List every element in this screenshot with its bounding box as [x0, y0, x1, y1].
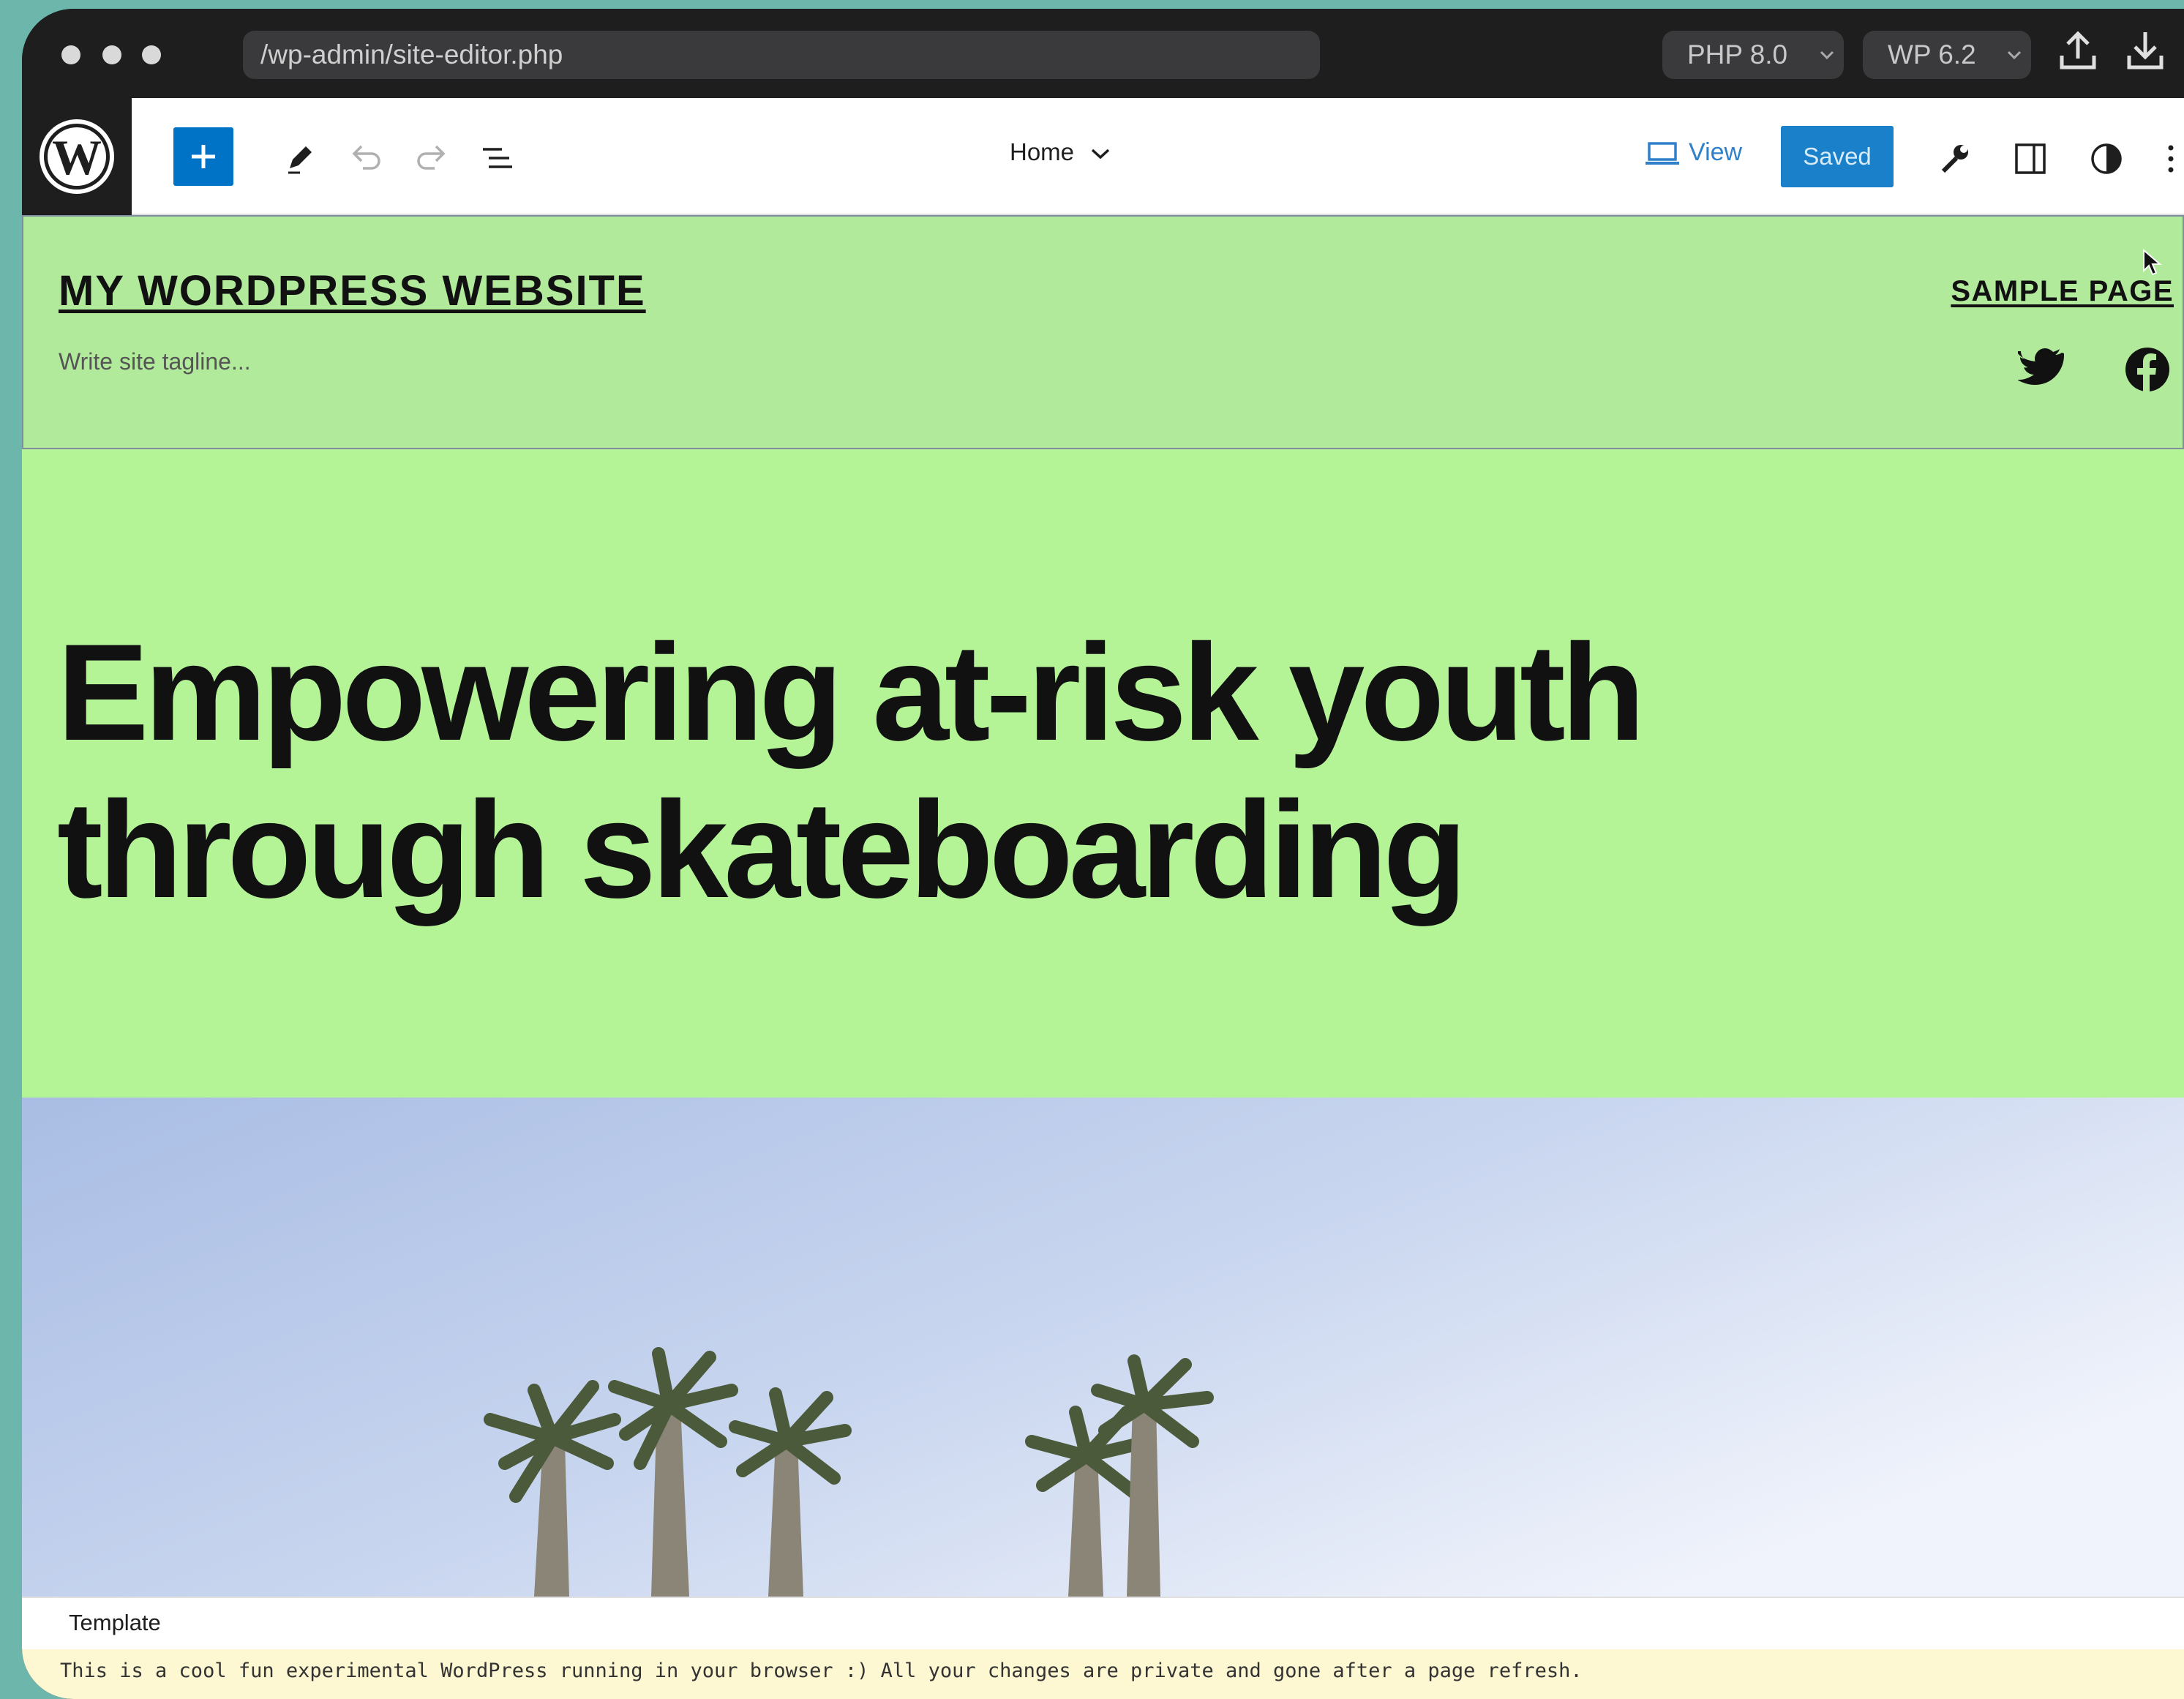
plus-icon: [192, 145, 215, 168]
more-options-icon[interactable]: [2166, 142, 2176, 176]
view-button-label: View: [1689, 138, 1743, 166]
undo-icon[interactable]: [348, 142, 383, 173]
cover-image-palm-trees[interactable]: [22, 1098, 2184, 1597]
pencil-icon[interactable]: [282, 140, 318, 176]
template-selector-label: Home: [1010, 138, 1075, 165]
chevron-down-icon: [1820, 50, 1834, 60]
site-header-block[interactable]: MY WORDPRESS WEBSITE Write site tagline.…: [22, 215, 2184, 449]
mouse-cursor-icon: [2143, 249, 2162, 276]
wrench-icon[interactable]: [1939, 142, 1971, 174]
editor-toolbar: W Home View Saved: [22, 98, 2184, 215]
wordpress-logo-icon: W: [40, 119, 114, 194]
upload-icon[interactable]: [2057, 29, 2098, 73]
nav-item-sample-page[interactable]: SAMPLE PAGE: [1951, 275, 2174, 308]
address-bar[interactable]: /wp-admin/site-editor.php: [243, 31, 1320, 79]
chevron-down-icon: [1092, 149, 1110, 160]
add-block-button[interactable]: [173, 127, 233, 186]
browser-chrome: /wp-admin/site-editor.php PHP 8.0 WP 6.2: [22, 9, 2184, 98]
palm-trees-photo: [22, 1098, 2184, 1597]
php-version-select[interactable]: PHP 8.0: [1662, 31, 1844, 79]
hero-heading-line-2: through skateboarding: [57, 773, 1467, 926]
window-close-dot[interactable]: [61, 45, 80, 64]
editor-canvas: MY WORDPRESS WEBSITE Write site tagline.…: [22, 215, 2184, 1597]
notice-text: This is a cool fun experimental WordPres…: [60, 1659, 1583, 1682]
wp-version-select[interactable]: WP 6.2: [1863, 31, 2031, 79]
hero-heading-line-1: Empowering at-risk youth: [57, 615, 1645, 769]
view-button[interactable]: View: [1645, 138, 1742, 167]
download-icon[interactable]: [2125, 29, 2166, 73]
site-title[interactable]: MY WORDPRESS WEBSITE: [59, 266, 646, 315]
window-zoom-dot[interactable]: [142, 45, 161, 64]
wordpress-logo-button[interactable]: W: [22, 98, 132, 215]
settings-sidebar-icon[interactable]: [2014, 142, 2047, 176]
php-version-label: PHP 8.0: [1687, 40, 1788, 70]
template-selector[interactable]: Home: [1010, 138, 1111, 166]
window-minimize-dot[interactable]: [102, 45, 121, 64]
save-button[interactable]: Saved: [1781, 126, 1894, 187]
chevron-down-icon: [2007, 50, 2022, 60]
block-breadcrumb-bar: Template: [22, 1597, 2184, 1649]
list-view-icon[interactable]: [480, 143, 515, 173]
playground-notice: This is a cool fun experimental WordPres…: [22, 1649, 2184, 1699]
browser-window: /wp-admin/site-editor.php PHP 8.0 WP 6.2…: [22, 9, 2184, 1699]
svg-text:W: W: [52, 130, 102, 185]
wp-version-label: WP 6.2: [1888, 40, 1976, 70]
styles-icon[interactable]: [2090, 142, 2123, 176]
breadcrumb-template[interactable]: Template: [69, 1610, 161, 1636]
hero-heading[interactable]: Empowering at-risk youth through skatebo…: [57, 614, 1886, 929]
redo-icon[interactable]: [414, 142, 449, 173]
site-tagline-placeholder[interactable]: Write site tagline...: [59, 348, 251, 375]
twitter-icon[interactable]: [2018, 347, 2065, 388]
facebook-icon[interactable]: [2125, 347, 2170, 392]
laptop-icon: [1645, 142, 1679, 165]
